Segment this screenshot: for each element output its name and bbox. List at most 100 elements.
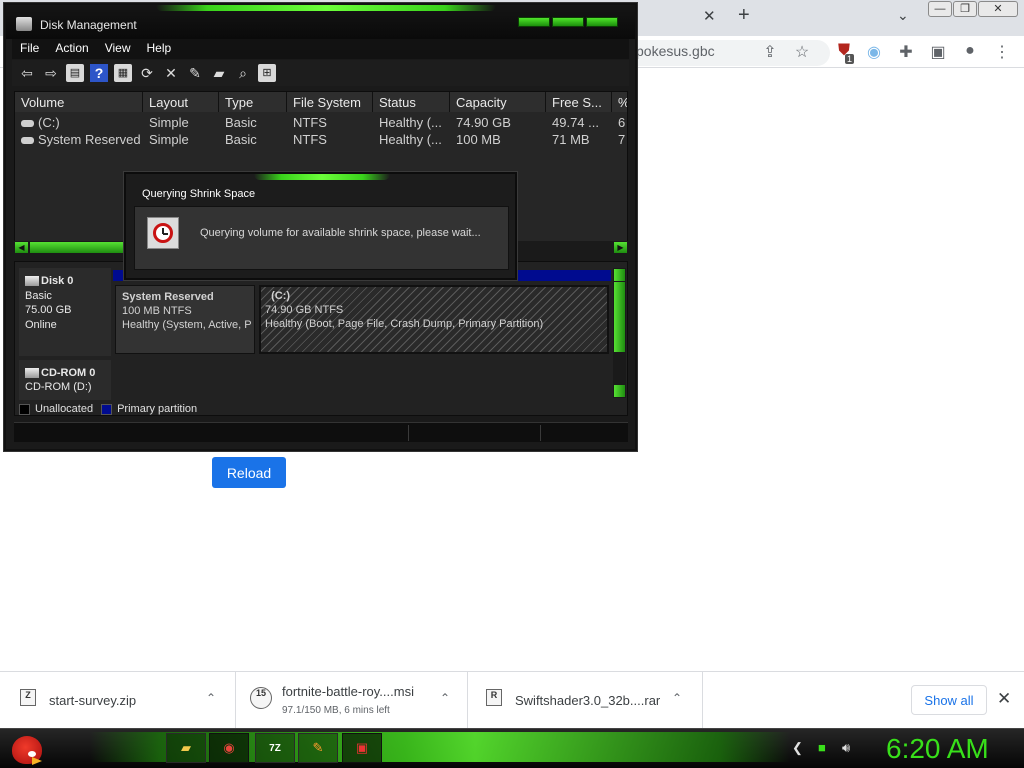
row-layout: Simple bbox=[149, 132, 189, 147]
show-hidden-icons-icon[interactable]: ❮ bbox=[792, 740, 803, 756]
vertical-scrollbar[interactable] bbox=[613, 268, 626, 398]
col-file-system[interactable]: File System bbox=[287, 92, 373, 112]
file-explorer-task-icon[interactable]: ▰ bbox=[166, 733, 206, 763]
refresh-icon[interactable]: ⟳ bbox=[138, 64, 156, 82]
chrome-task-icon[interactable]: ◉ bbox=[209, 733, 249, 763]
extension-badge: 1 bbox=[845, 54, 855, 64]
reload-button[interactable]: Reload bbox=[212, 457, 286, 488]
volume-icon[interactable]: 🔊︎ bbox=[842, 740, 850, 756]
properties-icon[interactable]: ▦ bbox=[114, 64, 132, 82]
close-downloads-icon[interactable]: ✕ bbox=[997, 689, 1011, 709]
7zip-task-icon[interactable]: 7Z bbox=[255, 733, 295, 763]
disk0-label[interactable]: Disk 0 Basic 75.00 GB Online bbox=[19, 268, 111, 356]
chevron-up-icon[interactable]: ⌃ bbox=[672, 691, 682, 705]
scroll-down-icon[interactable] bbox=[614, 385, 625, 397]
tab-close-button[interactable]: ✕ bbox=[703, 7, 716, 25]
col-layout[interactable]: Layout bbox=[143, 92, 219, 112]
scroll-up-icon[interactable] bbox=[614, 269, 625, 281]
col-percent[interactable]: % bbox=[612, 92, 627, 112]
tab-search-chevron-icon[interactable]: ⌄ bbox=[897, 7, 909, 24]
maximize-icon[interactable] bbox=[552, 17, 584, 27]
back-arrow-icon[interactable]: ⇦ bbox=[18, 64, 36, 82]
zip-file-icon: Z bbox=[20, 689, 36, 706]
restore-button[interactable]: ❐ bbox=[953, 1, 977, 17]
volume-name: (C:) bbox=[38, 115, 60, 130]
partition-name: (C:) bbox=[271, 290, 291, 302]
angry-bird-start-icon bbox=[12, 736, 42, 765]
scroll-right-icon[interactable]: ▶ bbox=[614, 242, 627, 253]
menu-kebab-icon[interactable]: ⋮ bbox=[992, 42, 1012, 62]
show-all-button[interactable]: Show all bbox=[911, 685, 987, 715]
profile-avatar-icon[interactable]: ● bbox=[960, 42, 980, 60]
row-fs: NTFS bbox=[293, 132, 327, 147]
close-window-button[interactable]: ✕ bbox=[978, 1, 1018, 17]
flag-extension-icon[interactable]: ◉ bbox=[864, 42, 884, 62]
window-controls[interactable] bbox=[518, 17, 618, 27]
system-reserved-partition[interactable]: System Reserved 100 MB NTFS Healthy (Sys… bbox=[115, 285, 255, 354]
disk-management-task-icon[interactable]: ▣ bbox=[342, 733, 382, 763]
help-icon[interactable]: ? bbox=[90, 64, 108, 82]
col-type[interactable]: Type bbox=[219, 92, 287, 112]
disk-size: 75.00 GB bbox=[25, 304, 72, 316]
open-folder-icon[interactable]: ▰ bbox=[210, 64, 228, 82]
paint-task-icon[interactable]: ✎ bbox=[298, 733, 338, 763]
row-pct: 6 bbox=[618, 115, 626, 130]
download-item[interactable]: R Swiftshader3.0_32b....rar ⌃ bbox=[468, 672, 703, 728]
partition-status: Healthy (Boot, Page File, Crash Dump, Pr… bbox=[265, 318, 544, 330]
forward-arrow-icon[interactable]: ⇨ bbox=[42, 64, 60, 82]
network-icon[interactable]: ■ bbox=[818, 740, 826, 755]
menu-action[interactable]: Action bbox=[47, 39, 96, 59]
status-divider bbox=[408, 425, 409, 441]
download-name: fortnite-battle-roy....msi bbox=[282, 684, 414, 699]
check-icon[interactable]: ✎ bbox=[186, 64, 204, 82]
download-item[interactable]: 15 fortnite-battle-roy....msi 97.1/150 M… bbox=[236, 672, 468, 728]
chevron-up-icon[interactable]: ⌃ bbox=[206, 691, 216, 705]
volume-list-header: Volume Layout Type File System Status Ca… bbox=[15, 92, 627, 112]
scroll-left-icon[interactable]: ◀ bbox=[15, 242, 28, 253]
col-volume[interactable]: Volume bbox=[15, 92, 143, 112]
delete-icon[interactable]: ✕ bbox=[162, 64, 180, 82]
col-free-space[interactable]: Free S... bbox=[546, 92, 612, 112]
new-tab-button[interactable]: + bbox=[738, 4, 750, 27]
download-progress: 97.1/150 MB, 6 mins left bbox=[282, 705, 390, 716]
side-panel-icon[interactable]: ▣ bbox=[928, 42, 948, 62]
dialog-title: Querying Shrink Space bbox=[142, 188, 256, 200]
disk-icon bbox=[25, 276, 39, 287]
status-divider bbox=[540, 425, 541, 441]
share-icon[interactable]: ⇪ bbox=[760, 42, 780, 62]
c-partition[interactable]: (C:) 74.90 GB NTFS Healthy (Boot, Page F… bbox=[259, 285, 609, 354]
settings-icon[interactable]: ⊞ bbox=[258, 64, 276, 82]
menu-view[interactable]: View bbox=[97, 39, 139, 59]
console-tree-icon[interactable]: ▤ bbox=[66, 64, 84, 82]
cdrom-label[interactable]: CD-ROM 0 CD-ROM (D:) bbox=[19, 360, 111, 400]
disk-graph-view: Disk 0 Basic 75.00 GB Online System Rese… bbox=[14, 261, 628, 416]
row-layout: Simple bbox=[149, 115, 189, 130]
title-bar[interactable]: Disk Management bbox=[6, 5, 635, 39]
legend-unallocated: Unallocated bbox=[35, 403, 94, 415]
minimize-button[interactable]: — bbox=[928, 1, 952, 17]
bookmark-star-icon[interactable]: ☆ bbox=[792, 42, 812, 62]
clock-face bbox=[153, 223, 173, 243]
extensions-puzzle-icon[interactable]: ✚ bbox=[896, 42, 916, 62]
close-icon[interactable] bbox=[586, 17, 618, 27]
disk-management-app-icon bbox=[16, 17, 32, 31]
minimize-icon[interactable] bbox=[518, 17, 550, 27]
menu-file[interactable]: File bbox=[12, 39, 47, 59]
row-status: Healthy (... bbox=[379, 115, 442, 130]
download-item[interactable]: Z start-survey.zip ⌃ bbox=[0, 672, 236, 728]
start-button[interactable] bbox=[8, 730, 48, 768]
downloads-bar: Z start-survey.zip ⌃ 15 fortnite-battle-… bbox=[0, 671, 1024, 728]
msi-file-icon: 15 bbox=[250, 687, 272, 709]
menu-help[interactable]: Help bbox=[139, 39, 180, 59]
url-text[interactable]: pokesus.gbc bbox=[636, 43, 715, 59]
scroll-thumb[interactable] bbox=[614, 282, 625, 352]
chevron-up-icon[interactable]: ⌃ bbox=[440, 691, 450, 705]
col-status[interactable]: Status bbox=[373, 92, 450, 112]
primary-swatch bbox=[101, 403, 113, 415]
col-capacity[interactable]: Capacity bbox=[450, 92, 546, 112]
search-icon[interactable]: ⌕ bbox=[234, 64, 252, 82]
taskbar-clock[interactable]: 6:20 AM bbox=[886, 733, 989, 765]
window-title: Disk Management bbox=[40, 18, 137, 32]
volume-name: System Reserved bbox=[38, 132, 141, 147]
bird-beak bbox=[32, 757, 42, 765]
